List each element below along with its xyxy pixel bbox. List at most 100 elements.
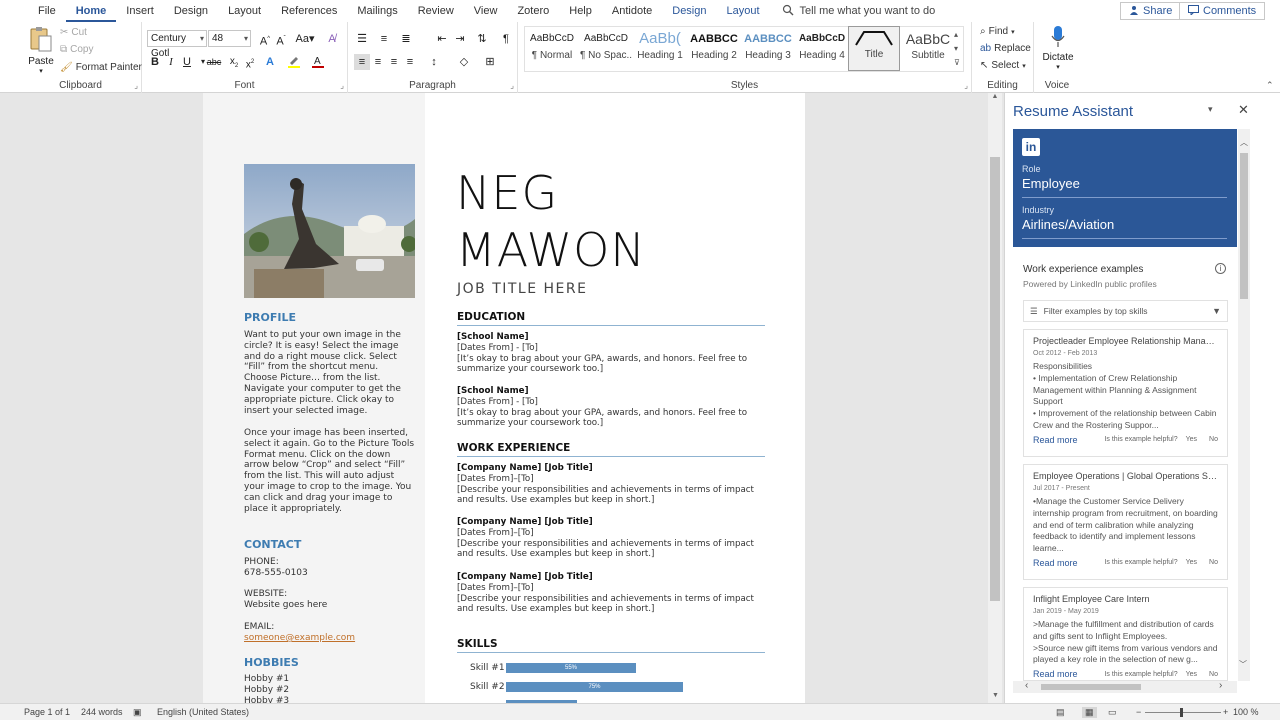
- multilevel-list-icon[interactable]: ≣: [398, 31, 414, 47]
- decrease-indent-icon[interactable]: ⇤: [434, 31, 450, 47]
- pane-options-icon[interactable]: ▾: [1208, 104, 1213, 115]
- language-indicator[interactable]: English (United States): [157, 707, 249, 717]
- website-value[interactable]: Website goes here: [244, 600, 414, 611]
- sort-icon[interactable]: ⇅: [474, 31, 490, 47]
- info-icon[interactable]: i: [1215, 263, 1226, 274]
- yes-button[interactable]: Yes: [1186, 559, 1197, 566]
- cut-button[interactable]: ✂ Cut: [60, 27, 87, 38]
- profile-photo[interactable]: [244, 164, 415, 298]
- dialog-launcher-icon[interactable]: ⌟: [340, 81, 344, 90]
- yes-button[interactable]: Yes: [1186, 436, 1197, 443]
- superscript-icon[interactable]: x2: [242, 54, 258, 70]
- tab-home[interactable]: Home: [65, 0, 117, 22]
- example-card[interactable]: Projectleader Employee Relationship Mana…: [1023, 329, 1228, 457]
- style-heading-3[interactable]: AABBCC Heading 3: [742, 28, 794, 68]
- style-heading-4[interactable]: AaBbCcD Heading 4: [796, 28, 848, 68]
- zoom-slider-track[interactable]: [1145, 712, 1221, 713]
- example-card[interactable]: Inflight Employee Care Intern Jan 2019 -…: [1023, 587, 1228, 681]
- scroll-down-icon[interactable]: ▼: [992, 692, 999, 699]
- style-normal[interactable]: AaBbCcD ¶ Normal: [526, 28, 578, 68]
- tell-me-box[interactable]: Tell me what you want to do: [782, 4, 935, 19]
- replace-button[interactable]: ab Replace: [980, 43, 1031, 54]
- phone-value[interactable]: 678-555-0103: [244, 568, 414, 579]
- align-right-icon[interactable]: ≡: [386, 54, 402, 70]
- style-subtitle[interactable]: AaBbC Subtitle: [902, 28, 954, 68]
- underline-icon[interactable]: U: [179, 54, 195, 70]
- scroll-left-icon[interactable]: ‹: [1025, 680, 1028, 691]
- education-entry[interactable]: [School Name] [Dates From] - [To] [It’s …: [457, 332, 757, 375]
- no-button[interactable]: No: [1209, 436, 1218, 443]
- education-entry[interactable]: [School Name] [Dates From] - [To] [It’s …: [457, 386, 757, 429]
- hobby-item[interactable]: Hobby #3: [244, 696, 414, 703]
- resume-name-line-2[interactable]: MAWON: [456, 223, 646, 277]
- profile-text-1[interactable]: Want to put your own image in the circle…: [244, 330, 414, 416]
- italic-icon[interactable]: I: [163, 54, 179, 70]
- dictate-button[interactable]: Dictate ▾: [1038, 25, 1078, 71]
- justify-icon[interactable]: ≡: [402, 54, 418, 70]
- tab-design[interactable]: Design: [164, 0, 218, 22]
- style-heading-2[interactable]: AABBCC Heading 2: [688, 28, 740, 68]
- collapse-ribbon-icon[interactable]: ⌃: [1266, 80, 1274, 91]
- industry-value[interactable]: Airlines/Aviation: [1022, 217, 1114, 232]
- share-button[interactable]: Share: [1120, 2, 1182, 20]
- change-case-icon[interactable]: Aa▾: [294, 31, 316, 47]
- highlight-icon[interactable]: [286, 54, 302, 70]
- tab-references[interactable]: References: [271, 0, 347, 22]
- bold-icon[interactable]: B: [147, 54, 163, 70]
- scroll-right-icon[interactable]: ›: [1219, 680, 1222, 691]
- scroll-down-icon[interactable]: ﹀: [1239, 659, 1247, 670]
- web-layout-icon[interactable]: ▭: [1108, 707, 1117, 718]
- close-icon[interactable]: ✕: [1238, 102, 1249, 118]
- role-value[interactable]: Employee: [1022, 176, 1080, 191]
- tab-layout[interactable]: Layout: [218, 0, 271, 22]
- dialog-launcher-icon[interactable]: ⌟: [134, 81, 138, 90]
- work-entry[interactable]: [Company Name] [Job Title] [Dates From]–…: [457, 572, 757, 615]
- tab-insert[interactable]: Insert: [116, 0, 164, 22]
- tab-view[interactable]: View: [464, 0, 508, 22]
- tab-mailings[interactable]: Mailings: [347, 0, 407, 22]
- font-size-combo[interactable]: 48 ▾: [208, 30, 251, 47]
- hobby-item[interactable]: Hobby #2: [244, 685, 414, 696]
- font-color-icon[interactable]: A: [310, 54, 326, 70]
- zoom-out-icon[interactable]: −: [1136, 707, 1141, 717]
- horizontal-scroll-thumb[interactable]: [1041, 684, 1141, 690]
- word-count[interactable]: 244 words: [81, 707, 123, 717]
- print-layout-icon[interactable]: ▦: [1082, 707, 1097, 718]
- dialog-launcher-icon[interactable]: ⌟: [510, 81, 514, 90]
- tab-antidote[interactable]: Antidote: [602, 0, 662, 22]
- read-more-link[interactable]: Read more: [1033, 435, 1078, 445]
- menu-file[interactable]: File: [28, 0, 66, 22]
- style-title[interactable]: Title: [848, 26, 900, 71]
- text-effects-icon[interactable]: A: [262, 54, 278, 70]
- style-no-spacing[interactable]: AaBbCcD ¶ No Spac...: [580, 28, 632, 68]
- work-entry[interactable]: [Company Name] [Job Title] [Dates From]–…: [457, 517, 757, 560]
- page-count[interactable]: Page 1 of 1: [24, 707, 70, 717]
- increase-indent-icon[interactable]: ⇥: [452, 31, 468, 47]
- resume-name-line-1[interactable]: NEG: [456, 166, 558, 220]
- zoom-slider-thumb[interactable]: [1180, 708, 1183, 717]
- shading-icon[interactable]: ◇: [456, 54, 472, 70]
- pane-horizontal-scrollbar[interactable]: ‹ ›: [1013, 680, 1237, 693]
- shrink-font-icon[interactable]: Aˇ: [273, 31, 289, 48]
- strikethrough-icon[interactable]: abc: [206, 54, 222, 70]
- zoom-level[interactable]: 100 %: [1233, 707, 1259, 717]
- find-button[interactable]: ⌕ Find ▾: [980, 26, 1015, 37]
- grow-font-icon[interactable]: A^: [257, 31, 273, 48]
- filter-skills-dropdown[interactable]: ☰ Filter examples by top skills ▼: [1023, 300, 1228, 322]
- hobby-item[interactable]: Hobby #1: [244, 674, 414, 685]
- style-heading-1[interactable]: AaBb(Heading 1: [634, 28, 686, 68]
- clear-formatting-icon[interactable]: A̸: [324, 31, 340, 47]
- job-title[interactable]: JOB TITLE HERE: [457, 281, 587, 297]
- tab-help[interactable]: Help: [559, 0, 602, 22]
- paste-button[interactable]: Paste ▾: [26, 25, 56, 75]
- gallery-scroll-icons[interactable]: ▴ ▾ ⊽: [954, 28, 960, 70]
- font-family-combo[interactable]: Century Gotl ▾: [147, 30, 207, 59]
- no-button[interactable]: No: [1209, 559, 1218, 566]
- subscript-icon[interactable]: x2: [226, 54, 242, 70]
- format-painter-button[interactable]: 🖌 Format Painter: [60, 62, 142, 73]
- line-spacing-icon[interactable]: ↕: [426, 54, 442, 70]
- tab-picture-layout[interactable]: Layout: [717, 0, 770, 22]
- comments-button[interactable]: Comments: [1179, 2, 1266, 20]
- dialog-launcher-icon[interactable]: ⌟: [964, 81, 968, 90]
- read-mode-icon[interactable]: ▤: [1056, 707, 1065, 718]
